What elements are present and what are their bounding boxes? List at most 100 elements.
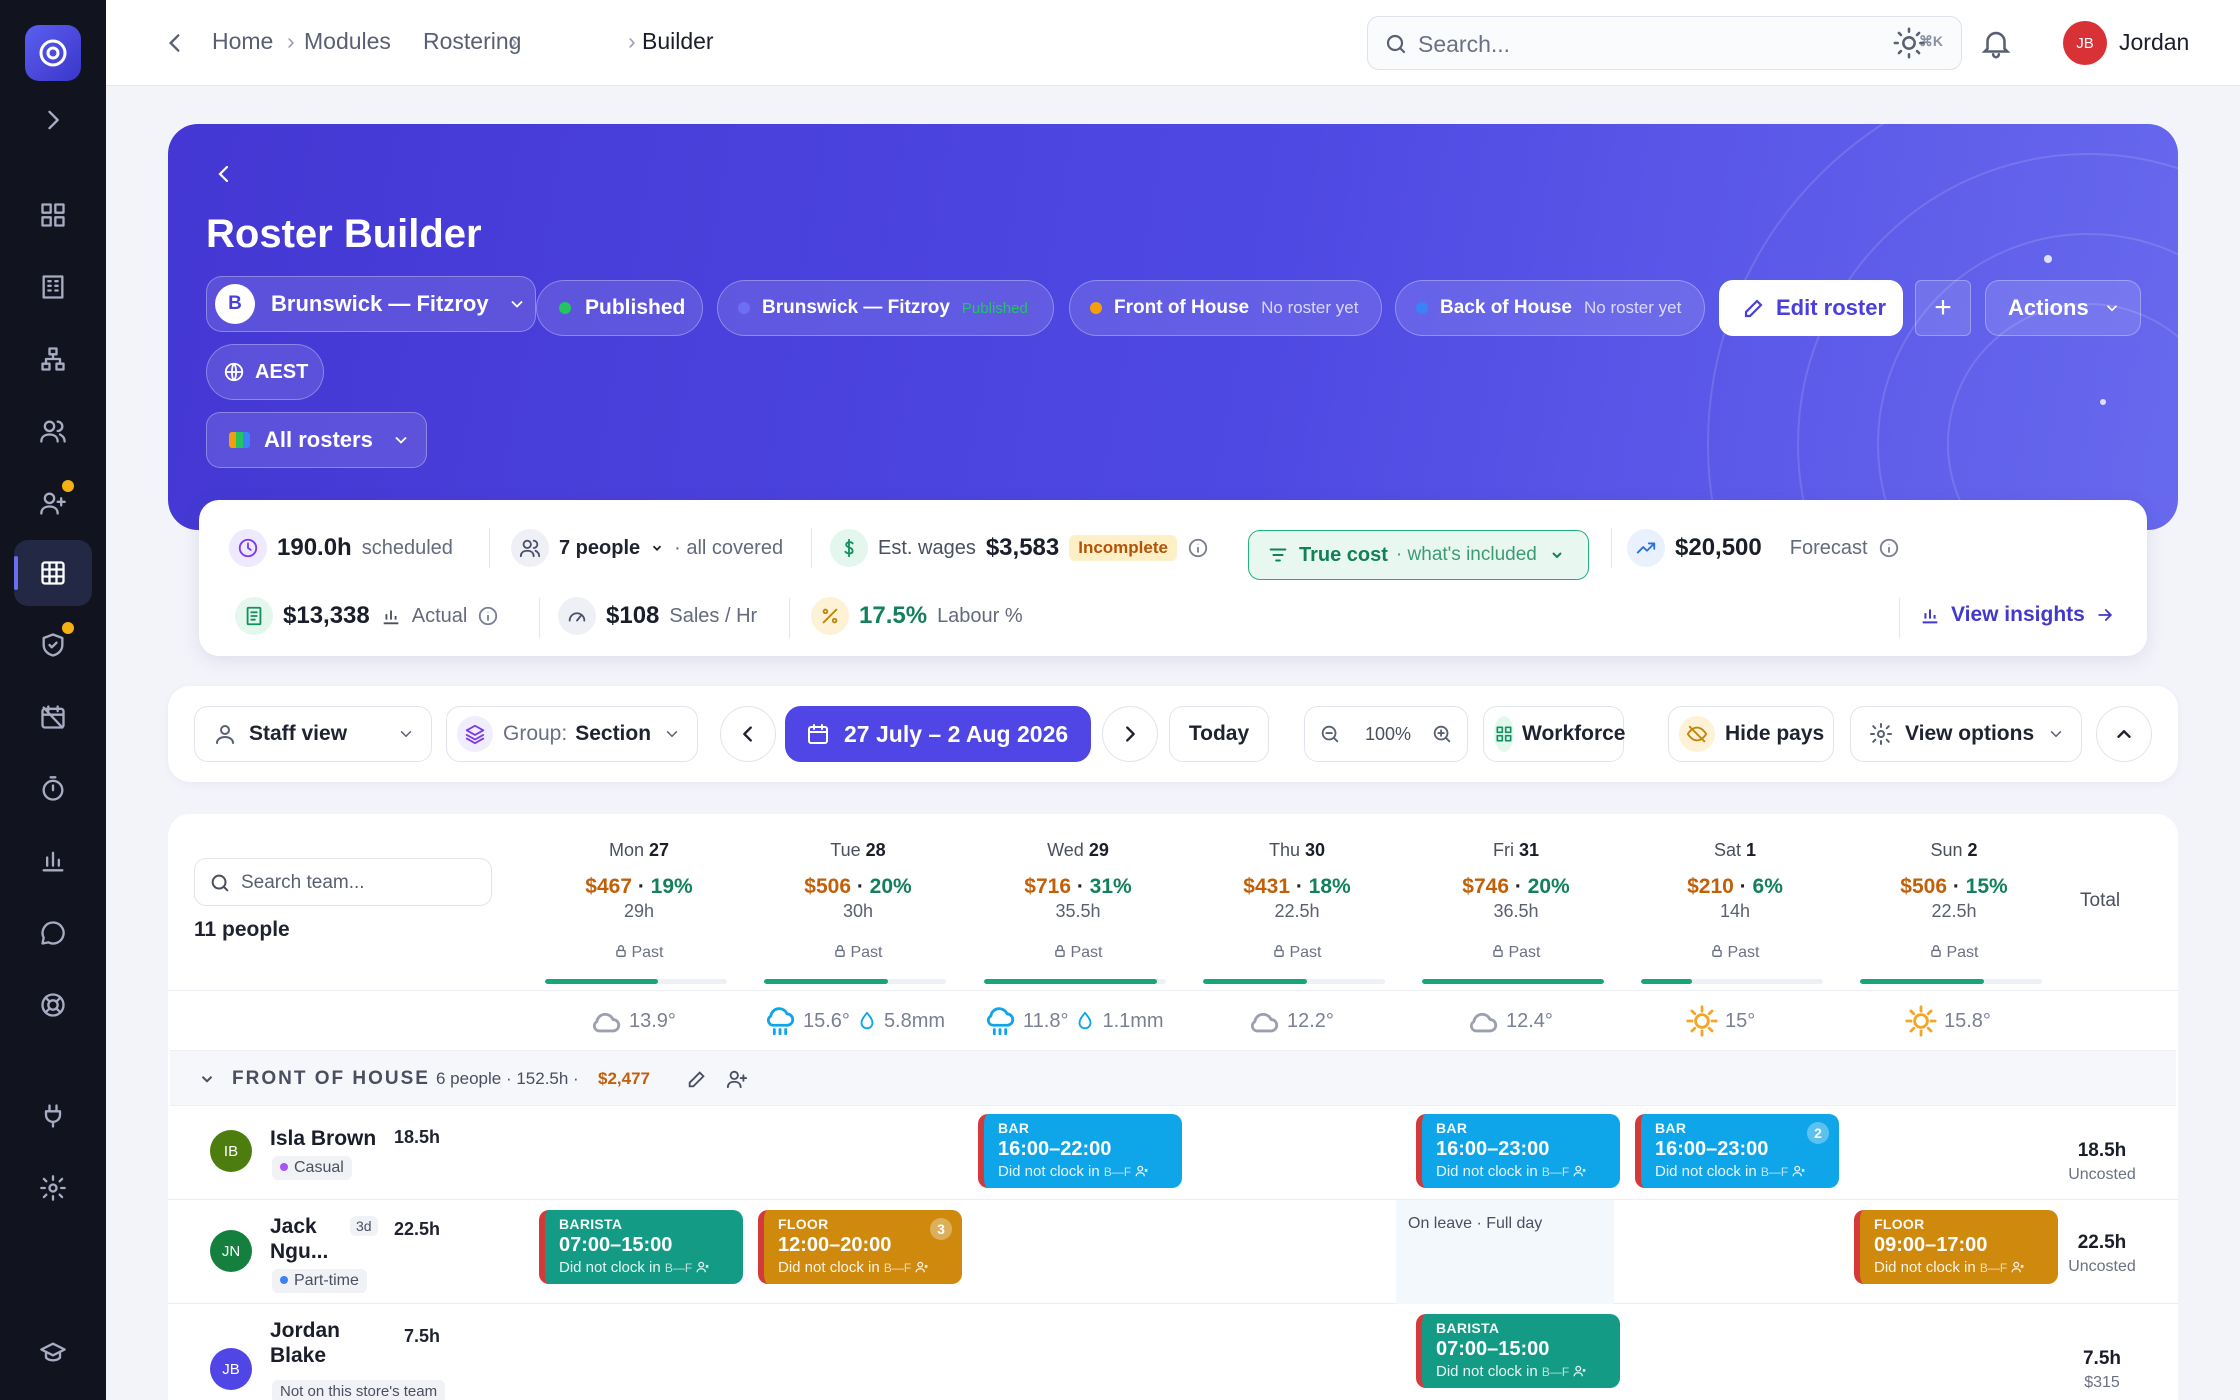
plug-icon[interactable] xyxy=(33,1096,73,1136)
shift-block[interactable]: BAR 16:00–23:00 Did not clock in B—F xyxy=(1416,1114,1620,1188)
building-icon[interactable] xyxy=(33,267,73,307)
app-logo[interactable] xyxy=(25,25,81,81)
expand-sidebar-icon[interactable] xyxy=(33,100,73,140)
day-cost: $431 · 18% xyxy=(1243,875,1351,898)
day-header-fri[interactable]: Fri 31 $746 · 20% 36.5h Past xyxy=(1416,840,1616,962)
shift-block[interactable]: FLOOR 12:00–20:00 Did not clock in B—F 3 xyxy=(758,1210,962,1284)
leave-cell[interactable]: On leave · Full day xyxy=(1396,1200,1614,1304)
view-insights-link[interactable]: View insights xyxy=(1919,603,2115,627)
zoom-in-icon[interactable] xyxy=(1431,723,1453,745)
staff-name[interactable]: Jordan xyxy=(270,1318,340,1343)
day-cost: $210 · 6% xyxy=(1687,875,1783,898)
support-icon[interactable] xyxy=(33,985,73,1025)
staff-avatar[interactable]: JB xyxy=(210,1348,252,1390)
bell-icon[interactable] xyxy=(1979,26,2013,60)
logo-icon xyxy=(39,39,67,67)
day-header-sat[interactable]: Sat 1 $210 · 6% 14h Past xyxy=(1635,840,1835,962)
theme-toggle-icon[interactable] xyxy=(1892,26,1926,60)
settings-icon[interactable] xyxy=(33,1168,73,1208)
shift-block[interactable]: BAR 16:00–22:00 Did not clock in B—F xyxy=(978,1114,1182,1188)
timezone-chip[interactable]: AEST xyxy=(206,344,324,400)
info-icon[interactable] xyxy=(1878,537,1900,559)
day-header-tue[interactable]: Tue 28 $506 · 20% 30h Past xyxy=(758,840,958,962)
hero-back-icon[interactable] xyxy=(212,162,236,186)
true-cost-button[interactable]: True cost · what's included xyxy=(1248,530,1589,580)
people-stat[interactable]: 7 people · all covered xyxy=(511,529,783,567)
shift-time: 07:00–15:00 xyxy=(1436,1338,1550,1360)
chevron-down-icon[interactable] xyxy=(198,1070,216,1088)
staff-name-line2[interactable]: Ngu... xyxy=(270,1239,328,1264)
roster-chip-foh[interactable]: Front of House No roster yet xyxy=(1069,280,1382,336)
location-name: Brunswick — Fitzroy xyxy=(271,291,489,316)
status-dot xyxy=(559,302,571,314)
shift-role: BAR xyxy=(1436,1120,1468,1136)
employment-type-tag: Part-time xyxy=(272,1269,367,1293)
shift-count-badge: 2 xyxy=(1807,1122,1829,1144)
org-chart-icon[interactable] xyxy=(33,339,73,379)
info-icon[interactable] xyxy=(1187,537,1209,559)
bar-chart-icon[interactable] xyxy=(33,841,73,881)
group-by-select[interactable]: Group: Section xyxy=(446,706,698,762)
back-icon[interactable] xyxy=(162,30,188,56)
edit-roster-button[interactable]: Edit roster xyxy=(1719,280,1903,336)
edit-section-icon[interactable] xyxy=(686,1068,708,1090)
scheduled-value: 190.0h xyxy=(277,534,352,561)
user-name[interactable]: Jordan xyxy=(2119,29,2189,56)
global-search[interactable]: Search... ⌘K xyxy=(1367,16,1962,70)
shift-block[interactable]: BAR 16:00–23:00 Did not clock in B—F 2 xyxy=(1635,1114,1839,1188)
cloud-icon xyxy=(1250,1012,1279,1033)
workforce-toggle[interactable]: Workforce xyxy=(1483,706,1625,762)
shift-block[interactable]: FLOOR 09:00–17:00 Did not clock in B—F xyxy=(1854,1210,2058,1284)
graduation-cap-icon[interactable] xyxy=(33,1333,73,1373)
staff-avatar[interactable]: IB xyxy=(210,1130,252,1172)
zoom-level: 100% xyxy=(1365,723,1412,744)
section-front-of-house[interactable]: FRONT OF HOUSE 6 people · 152.5h · $2,47… xyxy=(170,1050,2176,1106)
actions-button[interactable]: Actions xyxy=(1985,280,2141,336)
day-header-wed[interactable]: Wed 29 $716 · 31% 35.5h Past xyxy=(978,840,1178,962)
day-header-mon[interactable]: Mon 27 $467 · 19% 29h Past xyxy=(539,840,739,962)
day-header-sun[interactable]: Sun 2 $506 · 15% 22.5h Past xyxy=(1854,840,2054,962)
today-button[interactable]: Today xyxy=(1169,706,1269,762)
day-label: Thu 30 xyxy=(1268,840,1326,860)
shift-block[interactable]: BARISTA 07:00–15:00 Did not clock in B—F xyxy=(1416,1314,1620,1388)
info-icon[interactable] xyxy=(477,605,499,627)
staff-hours: 22.5h xyxy=(394,1219,441,1239)
shift-block[interactable]: BARISTA 07:00–15:00 Did not clock in B—F xyxy=(539,1210,743,1284)
previous-week-button[interactable] xyxy=(720,706,776,762)
view-options-select[interactable]: View options xyxy=(1850,706,2082,762)
breadcrumb-rostering[interactable]: Rostering xyxy=(423,28,521,55)
collapse-toolbar-button[interactable] xyxy=(2096,706,2152,762)
staff-avatar[interactable]: JN xyxy=(210,1230,252,1272)
user-avatar[interactable]: JB xyxy=(2063,21,2107,65)
staff-name[interactable]: Jack xyxy=(270,1214,317,1239)
calendar-off-icon[interactable] xyxy=(33,697,73,737)
roster-grid-icon[interactable] xyxy=(33,553,73,593)
add-button[interactable]: + xyxy=(1915,280,1971,336)
hide-pays-toggle[interactable]: Hide pays xyxy=(1668,706,1834,762)
breadcrumb-home[interactable]: Home xyxy=(212,28,273,55)
date-range-picker[interactable]: 27 July – 2 Aug 2026 xyxy=(785,706,1091,762)
add-staff-icon[interactable] xyxy=(726,1068,748,1090)
day-label: Sun 2 xyxy=(1930,840,1978,860)
users-icon[interactable] xyxy=(33,411,73,451)
staff-view-select[interactable]: Staff view xyxy=(194,706,432,762)
stopwatch-icon[interactable] xyxy=(33,769,73,809)
breadcrumb-modules[interactable]: Modules xyxy=(304,28,391,55)
all-rosters-selector[interactable]: All rosters xyxy=(206,412,427,468)
location-selector[interactable]: B Brunswick — Fitzroy xyxy=(206,276,536,332)
zoom-out-icon[interactable] xyxy=(1319,723,1341,745)
staff-name-line2[interactable]: Blake xyxy=(270,1343,326,1368)
staff-name[interactable]: Isla Brown xyxy=(270,1126,376,1151)
day-header-thu[interactable]: Thu 30 $431 · 18% 22.5h Past xyxy=(1197,840,1397,962)
next-week-button[interactable] xyxy=(1102,706,1158,762)
chevron-down-icon xyxy=(653,545,662,551)
published-status[interactable]: Published xyxy=(536,280,703,336)
chat-icon[interactable] xyxy=(33,913,73,953)
roster-chip-boh[interactable]: Back of House No roster yet xyxy=(1395,280,1705,336)
roster-chip-main[interactable]: Brunswick — Fitzroy Published xyxy=(717,280,1054,336)
section-meta: 6 people · 152.5h · xyxy=(436,1069,579,1088)
team-search-input[interactable]: Search team... xyxy=(194,858,492,906)
day-coverage-bar xyxy=(764,979,946,984)
view-options-label: View options xyxy=(1905,722,2035,745)
dashboard-icon[interactable] xyxy=(33,195,73,235)
